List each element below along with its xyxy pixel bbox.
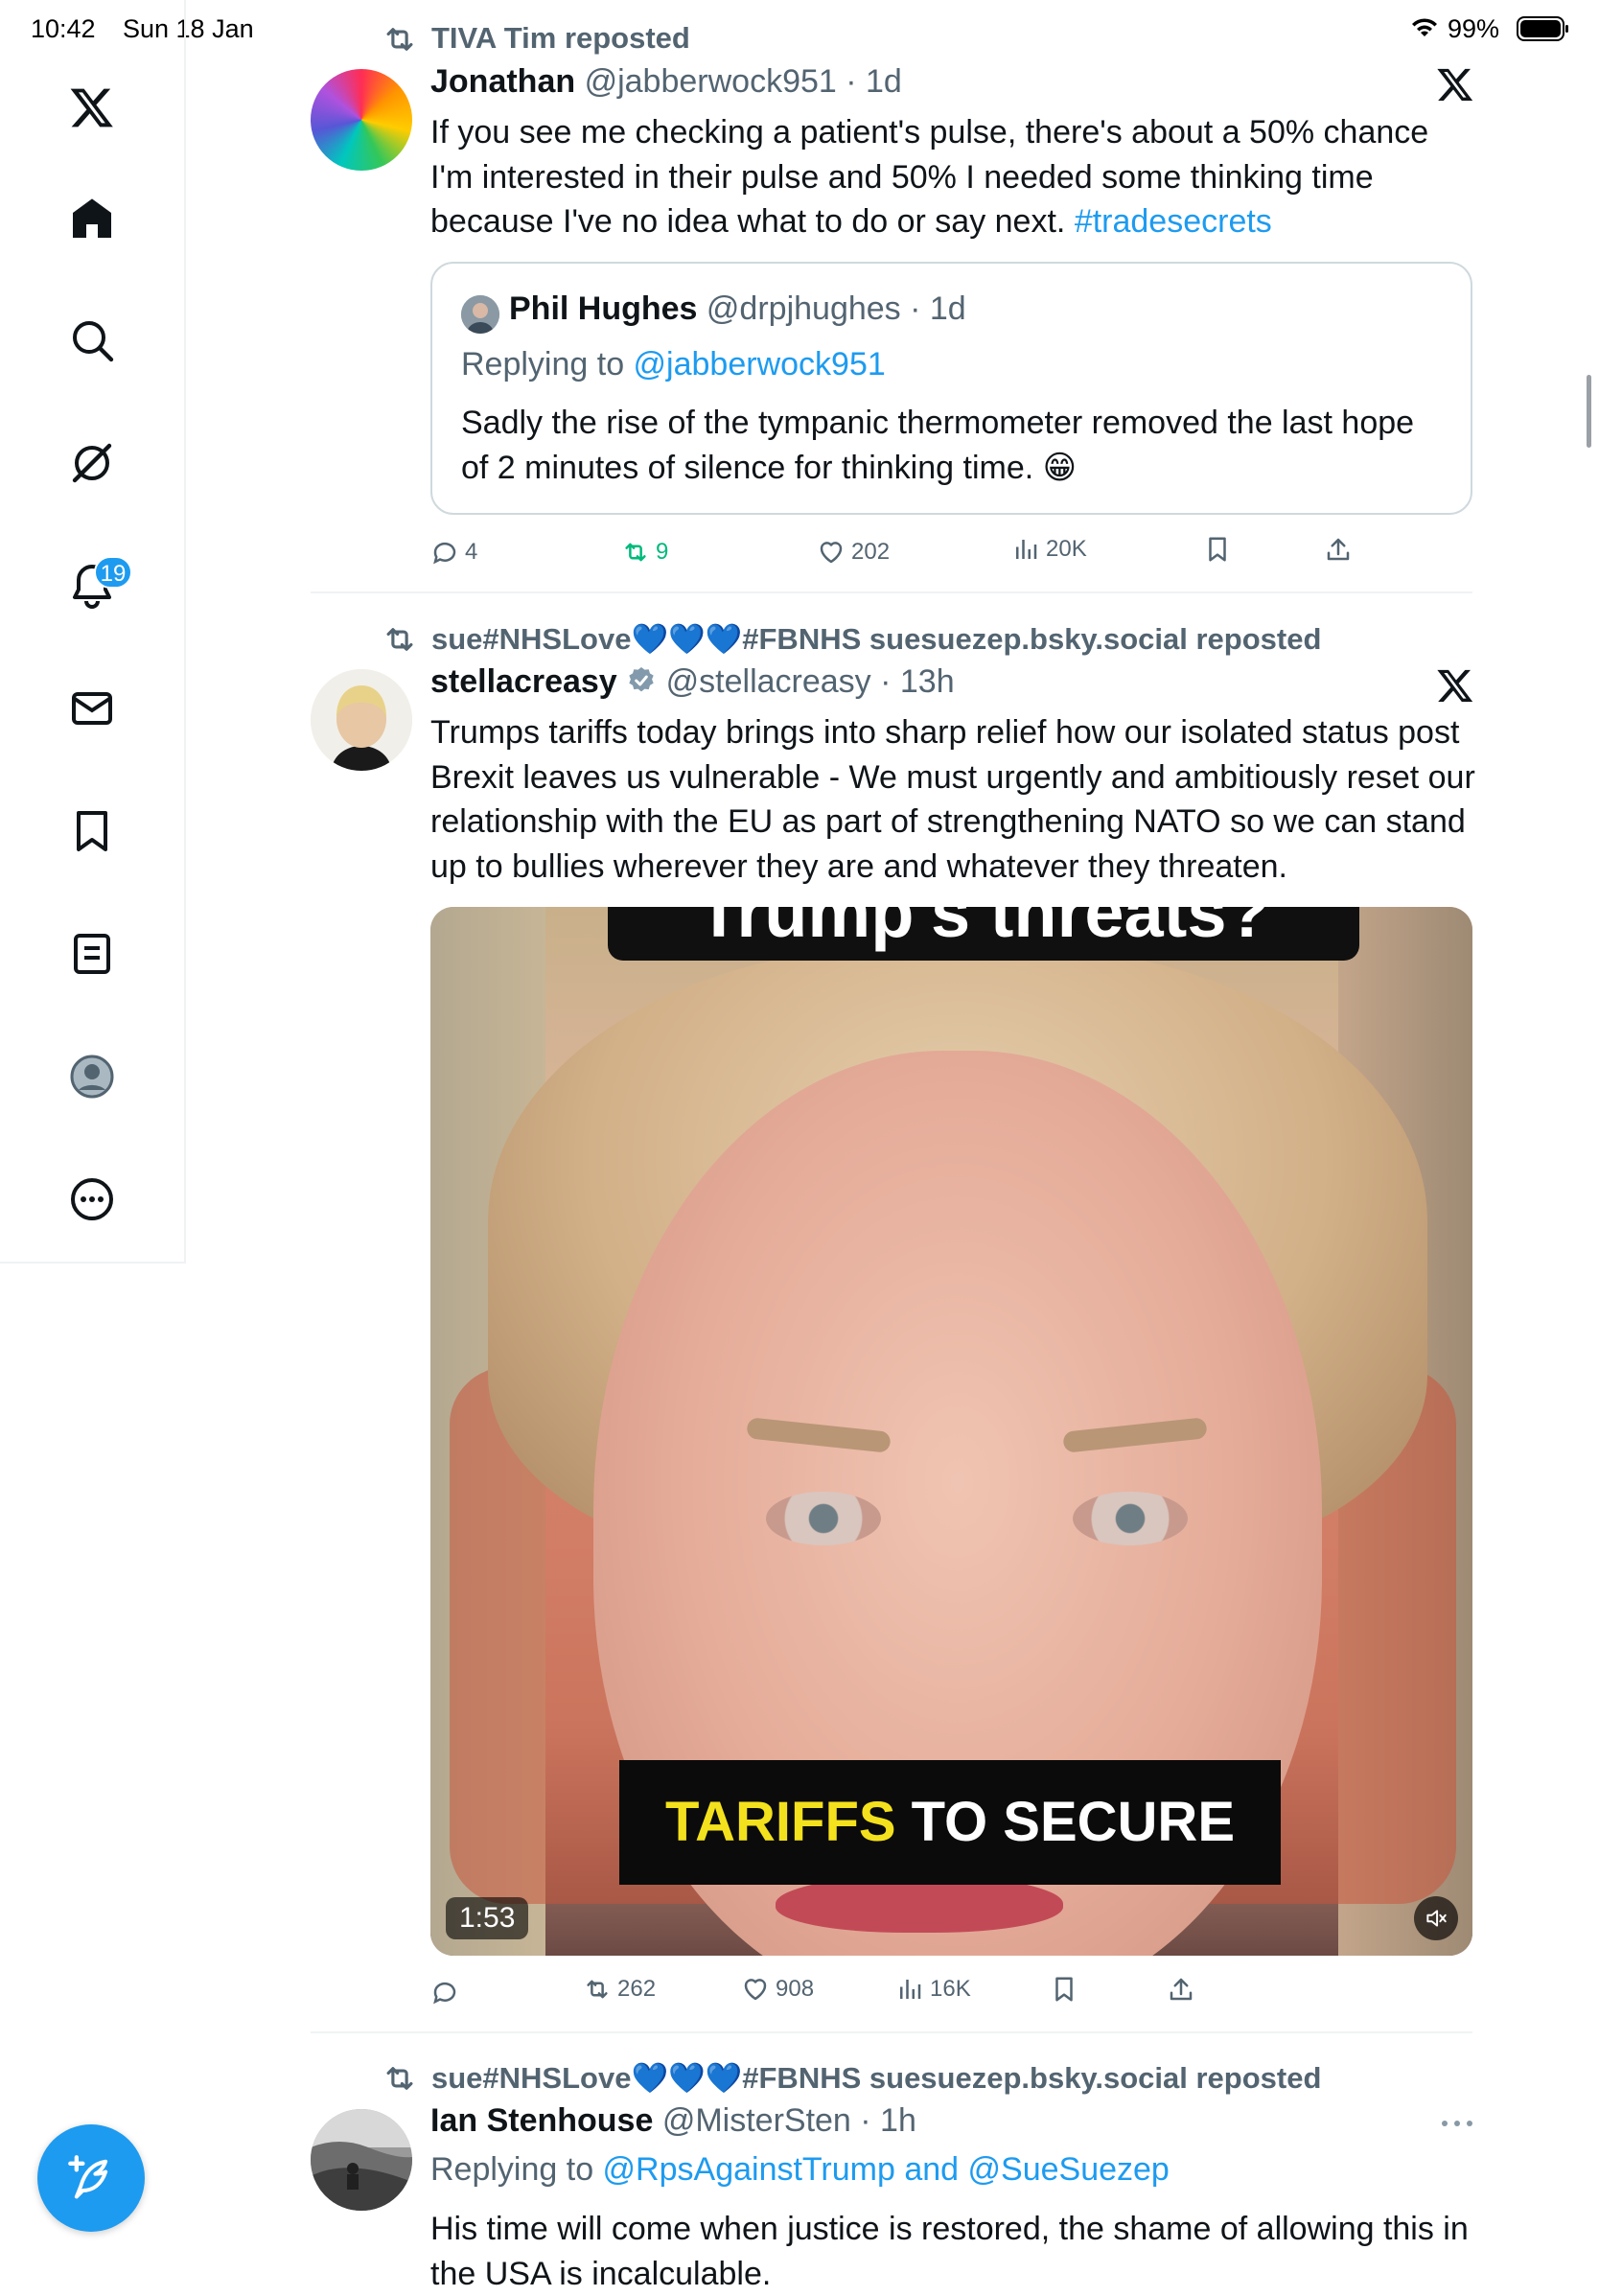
reply-icon (433, 542, 456, 565)
lists-icon[interactable] (61, 923, 123, 985)
like-button[interactable]: 908 (741, 1975, 814, 2004)
video-caption-top: Trump's threats? (608, 907, 1359, 961)
video-eye (766, 1492, 881, 1545)
author-handle[interactable]: @MisterSten · 1h (662, 2102, 916, 2139)
home-icon[interactable] (61, 188, 123, 249)
messages-icon[interactable] (61, 678, 123, 739)
repost-button[interactable]: 9 (621, 538, 668, 567)
x-logo-icon[interactable] (61, 77, 123, 138)
feather-plus-icon (68, 2155, 108, 2199)
post-divider (311, 2031, 1472, 2033)
bookmark-button[interactable] (1203, 535, 1232, 564)
author-name[interactable]: Jonathan (430, 63, 575, 100)
like-button[interactable]: 202 (817, 538, 890, 567)
scrollbar[interactable] (1587, 375, 1591, 448)
avatar[interactable] (311, 2109, 412, 2211)
battery-percent: 99% (1448, 14, 1500, 43)
video-duration: 1:53 (446, 1897, 529, 1939)
share-button[interactable] (1167, 1975, 1195, 2004)
compose-post-button[interactable] (37, 2124, 145, 2232)
quote-avatar (461, 295, 499, 334)
reply-button[interactable] (430, 1978, 465, 2006)
x-brand-icon (1437, 669, 1473, 702)
replying-to-label: Replying to (430, 2151, 603, 2188)
repost-icon (386, 628, 413, 651)
author-name[interactable]: Ian Stenhouse (430, 2102, 653, 2139)
repost-count: 9 (656, 539, 669, 565)
repost-count: 262 (617, 1976, 657, 2002)
repost-label: sue#NHSLove💙💙💙#FBNHS suesuezep.bsky.soci… (431, 622, 1322, 656)
reply-button[interactable]: 4 (430, 538, 477, 567)
views-button[interactable]: 20K (1011, 535, 1087, 564)
more-icon[interactable] (61, 1169, 123, 1230)
bookmark-icon (1055, 1977, 1073, 2002)
repost-label: sue#NHSLove💙💙💙#FBNHS suesuezep.bsky.soci… (431, 2061, 1322, 2095)
repost-icon (386, 28, 413, 51)
video-eye (1073, 1492, 1188, 1545)
mute-button[interactable] (1414, 1896, 1458, 1940)
views-icon (1016, 540, 1037, 559)
replying-to-label: Replying to (461, 346, 634, 383)
post-text: His time will come when justice is resto… (430, 2211, 1469, 2292)
share-icon (1170, 1978, 1193, 2001)
replying-to-handle[interactable]: @jabberwock951 (634, 346, 886, 383)
author-name[interactable]: stellacreasy (430, 663, 617, 700)
caption-highlight: TARIFFS (665, 1791, 896, 1853)
grin-emoji: 😁 (1042, 449, 1078, 486)
reply-icon (433, 1982, 456, 2005)
bookmark-icon (1209, 537, 1226, 562)
muted-speaker-icon (1426, 1910, 1447, 1927)
quote-tweet[interactable]: Phil Hughes @drpjhughes · 1d Replying to… (430, 262, 1472, 515)
repost-button[interactable]: 262 (583, 1975, 656, 2004)
author-handle[interactable]: @stellacreasy · 13h (666, 663, 955, 700)
view-count: 16K (930, 1976, 971, 2002)
like-count: 908 (776, 1976, 815, 2002)
profile-icon[interactable] (61, 1046, 123, 1107)
share-icon (1327, 538, 1350, 561)
repost-icon (386, 2067, 413, 2090)
views-button[interactable]: 16K (895, 1975, 971, 2004)
wifi-icon (1409, 15, 1440, 40)
sidebar-nav: 19 (0, 0, 186, 1264)
repost-label: TIVA Tim reposted (431, 21, 690, 55)
hashtag-link[interactable]: #tradesecrets (1075, 203, 1272, 240)
x-brand-icon (1437, 68, 1473, 101)
post-text: If you see me checking a patient's pulse… (430, 110, 1475, 244)
notifications-badge: 19 (94, 556, 132, 589)
battery-icon (1517, 15, 1570, 42)
caption-text: TO SECURE (895, 1791, 1235, 1853)
post-text-body: If you see me checking a patient's pulse… (430, 114, 1429, 240)
replying-to-handles[interactable]: @RpsAgainstTrump and @SueSuezep (603, 2151, 1170, 2188)
reply-count: 4 (465, 539, 478, 565)
quote-text: Sadly the rise of the tympanic thermomet… (461, 405, 1415, 486)
avatar[interactable] (311, 69, 412, 171)
heart-icon (820, 542, 843, 564)
repost-icon (587, 1980, 608, 1999)
like-count: 202 (851, 539, 891, 565)
video-caption-bottom: TARIFFS TO SECURE (619, 1760, 1281, 1885)
avatar[interactable] (311, 669, 412, 771)
view-count: 20K (1046, 536, 1087, 562)
verified-badge-icon (629, 667, 654, 692)
bookmark-button[interactable] (1050, 1975, 1078, 2004)
grok-icon[interactable] (61, 432, 123, 494)
share-button[interactable] (1324, 535, 1353, 564)
author-handle[interactable]: @jabberwock951 · 1d (585, 63, 902, 100)
post-text: Trumps tariffs today brings into sharp r… (430, 714, 1475, 885)
more-options-icon[interactable] (1440, 2117, 1474, 2134)
quote-author-name: Phil Hughes (509, 290, 698, 327)
repost-icon (625, 543, 646, 562)
heart-icon (744, 1979, 767, 2001)
post-divider (311, 591, 1472, 593)
video-player[interactable]: Trump's threats? TARIFFS TO SECURE 1:53 (430, 907, 1472, 1956)
bookmarks-icon[interactable] (61, 800, 123, 862)
search-icon[interactable] (61, 310, 123, 371)
views-icon (900, 1980, 921, 1999)
quote-author-handle: @drpjhughes · 1d (706, 290, 966, 327)
